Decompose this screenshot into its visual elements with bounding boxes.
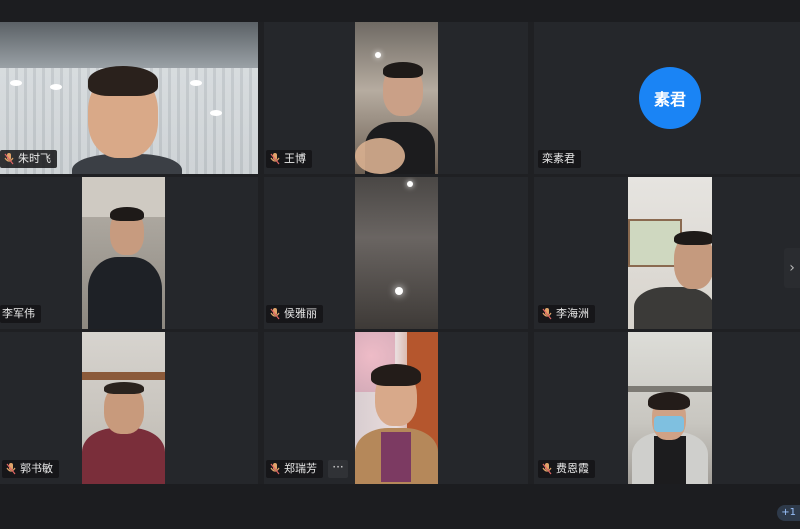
mic-muted-icon xyxy=(270,153,280,165)
mic-muted-icon xyxy=(542,308,552,320)
participant-name-tag: 朱时飞 xyxy=(0,150,57,168)
participant-tile[interactable]: 王博 xyxy=(264,22,528,174)
participant-name: 郭书敏 xyxy=(20,462,53,475)
participant-tile[interactable]: 素君 栾素君 xyxy=(534,22,800,174)
participant-name-tag: 郑瑞芳 xyxy=(266,460,323,478)
top-bar xyxy=(0,0,800,22)
participant-name-tag: 李军伟 xyxy=(0,305,41,323)
mic-muted-icon xyxy=(542,463,552,475)
participant-video xyxy=(82,177,165,329)
participant-name: 李军伟 xyxy=(2,307,35,320)
participant-video xyxy=(628,332,712,484)
participant-name: 侯雅丽 xyxy=(284,307,317,320)
participant-video xyxy=(82,332,165,484)
participant-tile[interactable]: 郑瑞芳 ··· xyxy=(264,332,528,484)
participant-name-tag: 侯雅丽 xyxy=(266,305,323,323)
participant-name: 栾素君 xyxy=(542,152,575,165)
participant-name: 费恩霞 xyxy=(556,462,589,475)
video-grid: 朱时飞 王博 素君 栾素君 李军伟 侯雅丽 李海洲 郭书敏 郑瑞芳 ··· 费恩… xyxy=(0,22,800,484)
more-options-button[interactable]: ··· xyxy=(328,460,348,478)
bottom-bar: +1 xyxy=(0,484,800,529)
participant-name-tag: 栾素君 xyxy=(538,150,581,168)
participant-name: 李海洲 xyxy=(556,307,589,320)
participant-tile[interactable]: 李海洲 xyxy=(534,177,800,329)
participant-tile[interactable]: 李军伟 xyxy=(0,177,258,329)
participant-tile[interactable]: 费恩霞 xyxy=(534,332,800,484)
participant-video xyxy=(355,332,438,484)
participant-name: 朱时飞 xyxy=(18,152,51,165)
mic-muted-icon xyxy=(6,463,16,475)
participant-tile[interactable]: 侯雅丽 xyxy=(264,177,528,329)
participant-name-tag: 王博 xyxy=(266,150,312,168)
mic-muted-icon xyxy=(270,463,280,475)
participant-video xyxy=(355,177,438,329)
participant-name-tag: 郭书敏 xyxy=(2,460,59,478)
next-page-button[interactable]: › xyxy=(784,248,800,288)
mic-muted-icon xyxy=(4,153,14,165)
participant-video xyxy=(628,177,712,329)
page-indicator-badge[interactable]: +1 xyxy=(777,505,800,521)
participant-avatar: 素君 xyxy=(639,67,701,129)
participant-name-tag: 李海洲 xyxy=(538,305,595,323)
participant-tile[interactable]: 郭书敏 xyxy=(0,332,258,484)
participant-tile[interactable]: 朱时飞 xyxy=(0,22,258,174)
participant-name: 郑瑞芳 xyxy=(284,462,317,475)
participant-video xyxy=(355,22,438,174)
participant-name-tag: 费恩霞 xyxy=(538,460,595,478)
mic-muted-icon xyxy=(270,308,280,320)
participant-name: 王博 xyxy=(284,152,306,165)
